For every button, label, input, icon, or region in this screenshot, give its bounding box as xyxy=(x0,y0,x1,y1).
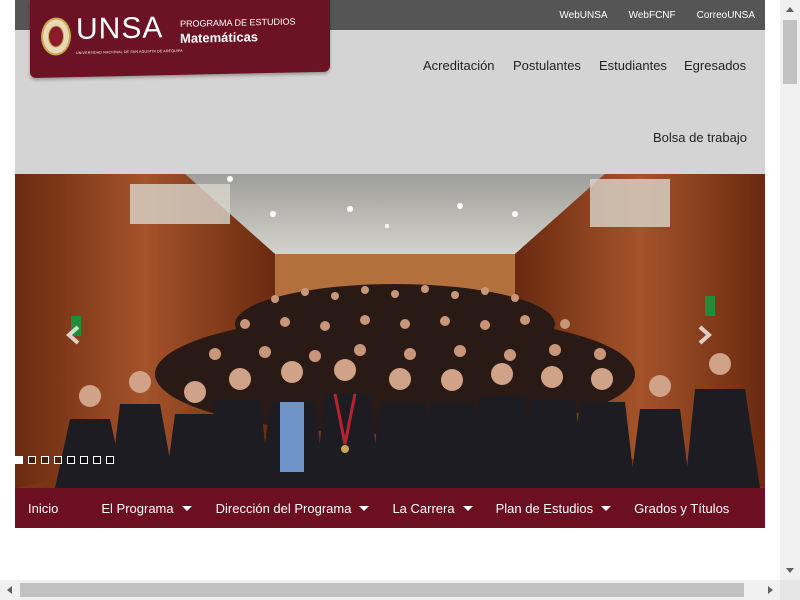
nav-estudiantes[interactable]: Estudiantes xyxy=(599,58,667,73)
horizontal-scroll-thumb[interactable] xyxy=(20,583,744,597)
program-name: Matemáticas xyxy=(180,29,259,46)
hero-photo xyxy=(15,174,765,488)
menu-el-programa[interactable]: El Programa xyxy=(101,488,192,528)
carousel-next-button[interactable] xyxy=(693,324,715,346)
menu-label: Grados y Títulos xyxy=(634,500,730,516)
left-gutter xyxy=(0,0,15,580)
logo-wordmark: UNSA xyxy=(76,11,164,47)
caret-down-icon xyxy=(462,505,473,511)
caret-down-icon xyxy=(359,505,370,511)
vertical-scroll-thumb[interactable] xyxy=(783,20,797,84)
menu-label: Inicio xyxy=(28,500,59,516)
university-seal-icon xyxy=(41,17,71,56)
scroll-left-icon[interactable] xyxy=(0,580,20,600)
menu-grados-y-titulos[interactable]: Grados y Títulos xyxy=(634,488,729,528)
chevron-right-icon xyxy=(698,325,713,345)
vertical-scrollbar[interactable] xyxy=(780,0,800,580)
horizontal-scrollbar[interactable] xyxy=(0,580,780,600)
chevron-left-icon xyxy=(65,325,80,345)
carousel-dot[interactable] xyxy=(67,456,75,464)
program-label: PROGRAMA DE ESTUDIOS xyxy=(180,16,296,29)
carousel-dot[interactable] xyxy=(41,456,49,464)
scrollbar-corner xyxy=(780,580,800,600)
nav-bolsa-de-trabajo[interactable]: Bolsa de trabajo xyxy=(653,130,747,145)
nav-postulantes[interactable]: Postulantes xyxy=(513,58,581,73)
carousel-dot[interactable] xyxy=(93,456,101,464)
carousel-indicators xyxy=(15,456,114,464)
correounsa-link[interactable]: CorreoUNSA xyxy=(697,10,755,21)
nav-egresados[interactable]: Egresados xyxy=(684,58,746,73)
caret-down-icon xyxy=(601,505,612,511)
nav-acreditacion[interactable]: Acreditación xyxy=(423,58,495,73)
right-gutter xyxy=(765,0,780,580)
carousel-dot[interactable] xyxy=(54,456,62,464)
carousel-prev-button[interactable] xyxy=(63,324,85,346)
menu-label: El Programa xyxy=(101,500,174,516)
hero-carousel xyxy=(15,174,765,488)
logo-subtitle: UNIVERSIDAD NACIONAL DE SAN AGUSTÍN DE A… xyxy=(76,48,183,56)
menu-direccion-del-programa[interactable]: Dirección del Programa xyxy=(216,488,370,528)
carousel-dot[interactable] xyxy=(28,456,36,464)
carousel-dot[interactable] xyxy=(15,456,23,464)
weburnsa-link[interactable]: WebUNSA xyxy=(559,10,607,21)
top-links: WebUNSA WebFCNF CorreoUNSA xyxy=(559,0,755,30)
webfcnf-link[interactable]: WebFCNF xyxy=(629,10,676,21)
main-menu-bar: Inicio El Programa Dirección del Program… xyxy=(15,488,765,528)
menu-inicio[interactable]: Inicio xyxy=(28,488,58,528)
browser-viewport: WebUNSA WebFCNF CorreoUNSA Acreditación … xyxy=(0,0,780,580)
menu-la-carrera[interactable]: La Carrera xyxy=(392,488,473,528)
menu-label: Plan de Estudios xyxy=(495,500,594,516)
scroll-right-icon[interactable] xyxy=(760,580,780,600)
menu-label: La Carrera xyxy=(392,500,455,516)
carousel-dot[interactable] xyxy=(80,456,88,464)
carousel-dot[interactable] xyxy=(106,456,114,464)
caret-down-icon xyxy=(181,505,192,511)
scroll-up-icon[interactable] xyxy=(780,0,800,20)
menu-plan-de-estudios[interactable]: Plan de Estudios xyxy=(496,488,612,528)
scroll-down-icon[interactable] xyxy=(780,560,800,580)
site-logo[interactable]: UNSA UNIVERSIDAD NACIONAL DE SAN AGUSTÍN… xyxy=(30,0,330,78)
menu-label: Dirección del Programa xyxy=(215,500,352,516)
